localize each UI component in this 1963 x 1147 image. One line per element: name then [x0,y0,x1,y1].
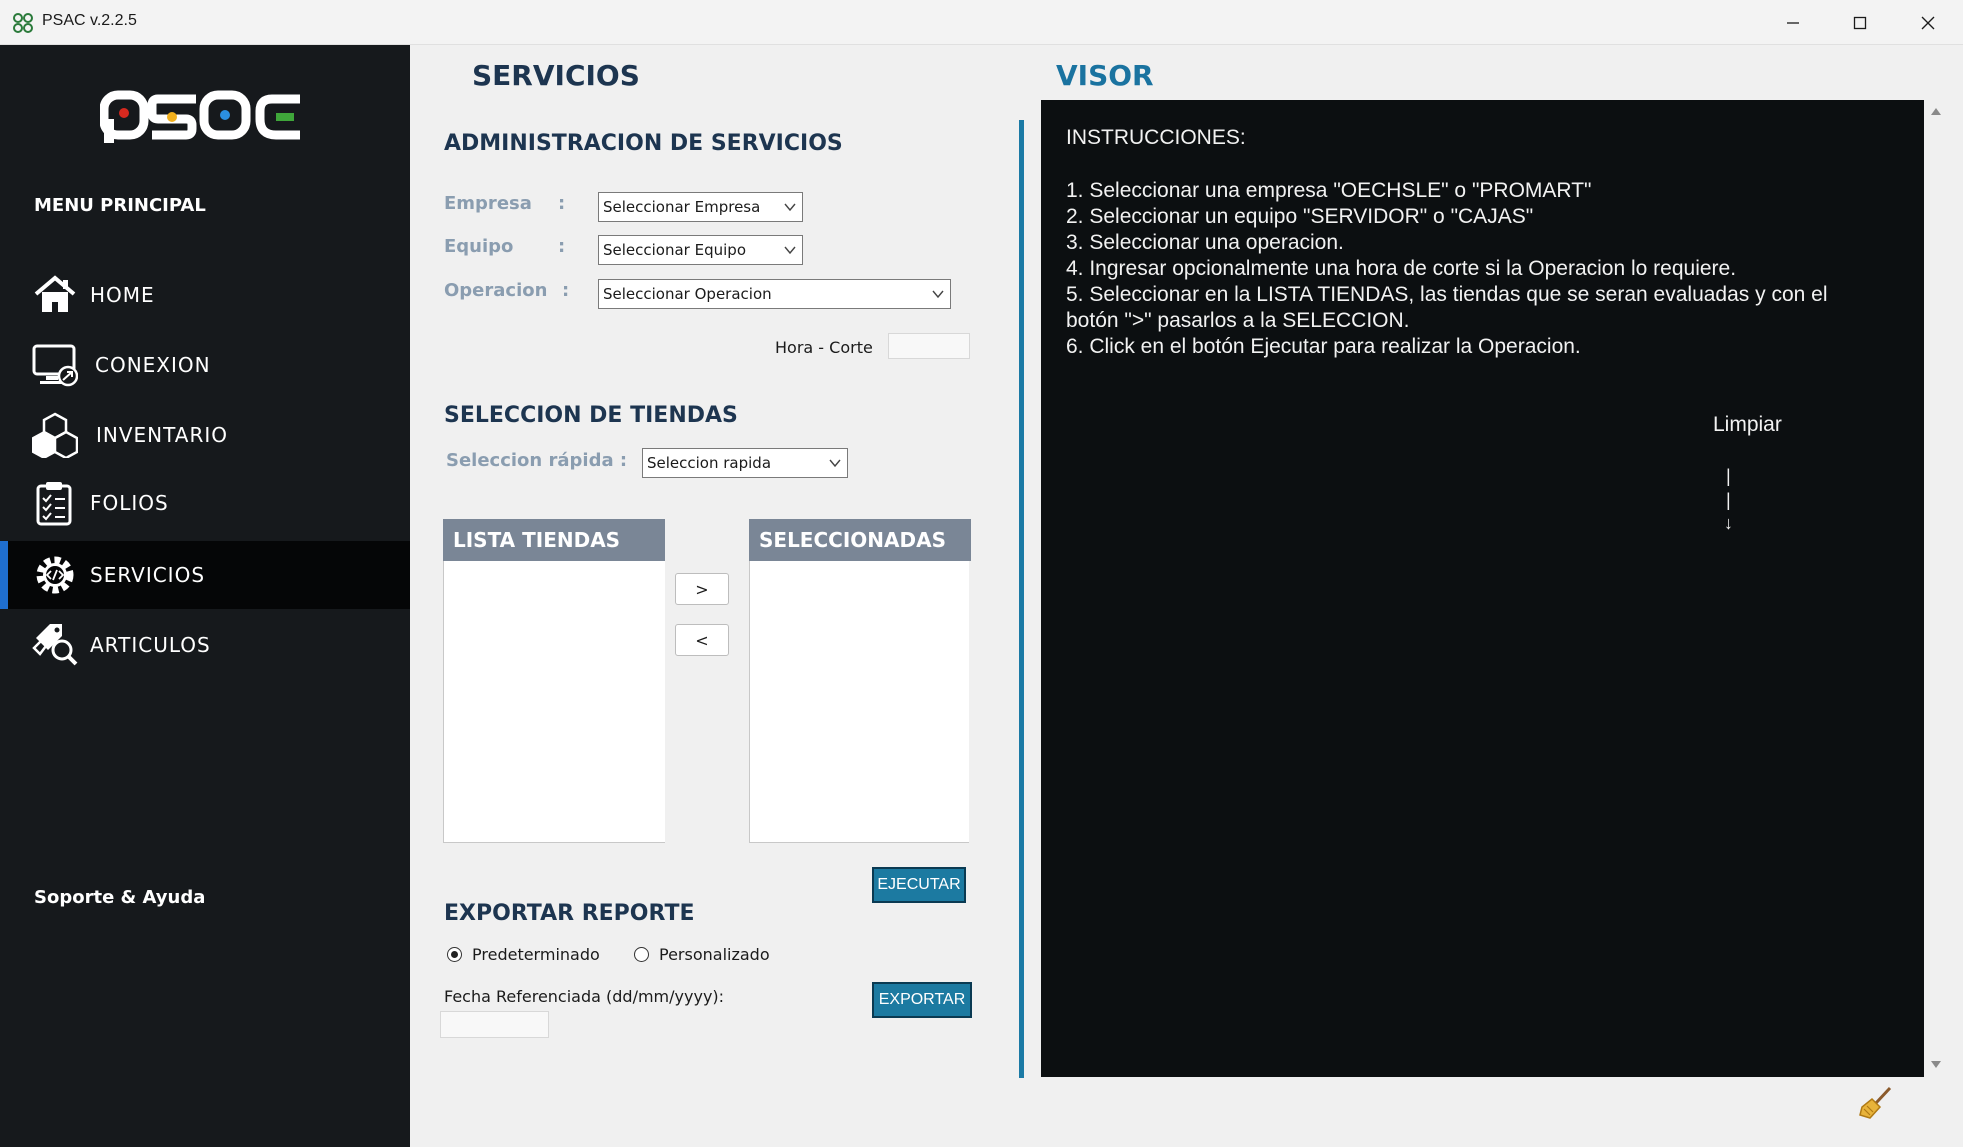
sidebar-item-home[interactable]: HOME [0,261,410,329]
sidebar-item-label: CONEXION [95,353,211,377]
boxes-icon [32,412,78,458]
sidebar-item-label: SERVICIOS [90,563,206,587]
empresa-select[interactable]: Seleccionar Empresa [598,192,803,222]
sidebar-item-label: FOLIOS [90,491,169,515]
equipo-select[interactable]: Seleccionar Equipo [598,235,803,265]
visor-scrollbar[interactable] [1924,100,1948,1077]
move-left-button[interactable]: < [675,624,729,656]
seleccion-rapida-label: Seleccion rápida : [446,450,628,471]
equipo-colon: : [558,236,566,257]
hora-corte-label: Hora - Corte [775,338,873,357]
sidebar-item-label: HOME [90,283,155,307]
hora-corte-input[interactable] [888,333,970,359]
exportar-button[interactable]: EXPORTAR [872,982,972,1018]
seleccion-rapida-select[interactable]: Seleccion rapida [642,448,848,478]
arrow-hint-line: ↓ [1724,513,1733,533]
chevron-down-icon [932,290,944,299]
chevron-down-icon [829,459,841,468]
sidebar-item-label: INVENTARIO [96,423,229,447]
visor-line: INSTRUCCIONES: [1066,126,1246,149]
operacion-select[interactable]: Seleccionar Operacion [598,279,951,309]
monitor-connection-icon [32,344,78,387]
title-bar: PSAC v.2.2.5 [0,0,1963,45]
minimize-button[interactable] [1759,0,1827,45]
personalizado-radio[interactable] [634,947,649,962]
maximize-button[interactable] [1826,0,1894,45]
close-icon [1921,16,1935,29]
predeterminado-label: Predeterminado [472,945,600,964]
gear-code-icon [36,556,74,594]
visor-line: botón ">" pasarlos a la SELECCION. [1066,309,1410,332]
personalizado-label: Personalizado [659,945,770,964]
move-right-button[interactable]: > [675,573,729,605]
visor-line: 2. Seleccionar un equipo "SERVIDOR" o "C… [1066,205,1534,228]
sidebar: MENU PRINCIPAL HOME CONEXION INVENTARIO [0,45,410,1147]
limpiar-hint: Limpiar [1713,413,1782,436]
sidebar-item-conexion[interactable]: CONEXION [0,331,410,399]
lista-tiendas-header: LISTA TIENDAS [443,519,665,561]
admin-section-title: ADMINISTRACION DE SERVICIOS [444,131,843,156]
services-panel: SERVICIOS ADMINISTRACION DE SERVICIOS Em… [410,45,1040,1147]
operacion-select-value: Seleccionar Operacion [603,285,772,303]
minimize-icon [1787,21,1799,24]
arrow-hint-line: | [1726,466,1731,486]
visor-line: 4. Ingresar opcionalmente una hora de co… [1066,257,1737,280]
operacion-colon: : [562,280,570,301]
page-title: SERVICIOS [472,59,640,92]
visor-line: 5. Seleccionar en la LISTA TIENDAS, las … [1066,283,1828,306]
predeterminado-radio[interactable] [447,947,462,962]
tags-search-icon [32,624,78,666]
ejecutar-button[interactable]: EJECUTAR [872,867,966,903]
scroll-down-icon[interactable] [1930,1060,1942,1070]
sidebar-item-servicios[interactable]: SERVICIOS [0,541,410,609]
chevron-down-icon [784,246,796,255]
fecha-input[interactable] [440,1011,549,1038]
operacion-label: Operacion [444,280,548,301]
empresa-label: Empresa [444,193,532,214]
empresa-colon: : [558,193,566,214]
panel-divider [1019,120,1024,1078]
empresa-select-value: Seleccionar Empresa [603,198,761,216]
clipboard-icon [36,482,72,526]
sidebar-item-label: ARTICULOS [90,633,211,657]
export-section-title: EXPORTAR REPORTE [444,901,695,926]
equipo-select-value: Seleccionar Equipo [603,241,746,259]
close-button[interactable] [1894,0,1962,45]
support-link[interactable]: Soporte & Ayuda [34,887,205,908]
maximize-icon [1853,16,1867,29]
home-icon [34,275,76,312]
menu-title: MENU PRINCIPAL [34,195,206,216]
window-title: PSAC v.2.2.5 [42,12,137,29]
seleccionadas-list[interactable] [749,561,969,843]
sidebar-item-folios[interactable]: FOLIOS [0,469,410,537]
broom-clear-icon[interactable] [1858,1085,1894,1121]
equipo-label: Equipo [444,236,514,257]
psac-logo [100,90,300,143]
chevron-down-icon [784,203,796,212]
sidebar-item-inventario[interactable]: INVENTARIO [0,401,410,469]
visor-title: VISOR [1056,59,1154,92]
arrow-hint-line: | [1726,490,1731,510]
sidebar-item-articulos[interactable]: ARTICULOS [0,611,410,679]
visor-line: 3. Seleccionar una operacion. [1066,231,1344,254]
seleccion-rapida-value: Seleccion rapida [647,454,772,472]
seleccionadas-header: SELECCIONADAS [749,519,971,561]
visor-line: 1. Seleccionar una empresa "OECHSLE" o "… [1066,179,1592,202]
scroll-up-icon[interactable] [1930,106,1942,116]
visor-output: INSTRUCCIONES: 1. Seleccionar una empres… [1041,100,1924,1077]
fecha-label: Fecha Referenciada (dd/mm/yyyy): [444,987,725,1006]
app-icon [13,13,33,33]
tiendas-section-title: SELECCION DE TIENDAS [444,403,738,428]
visor-line: 6. Click en el botón Ejecutar para reali… [1066,335,1581,358]
lista-tiendas-list[interactable] [443,561,665,843]
